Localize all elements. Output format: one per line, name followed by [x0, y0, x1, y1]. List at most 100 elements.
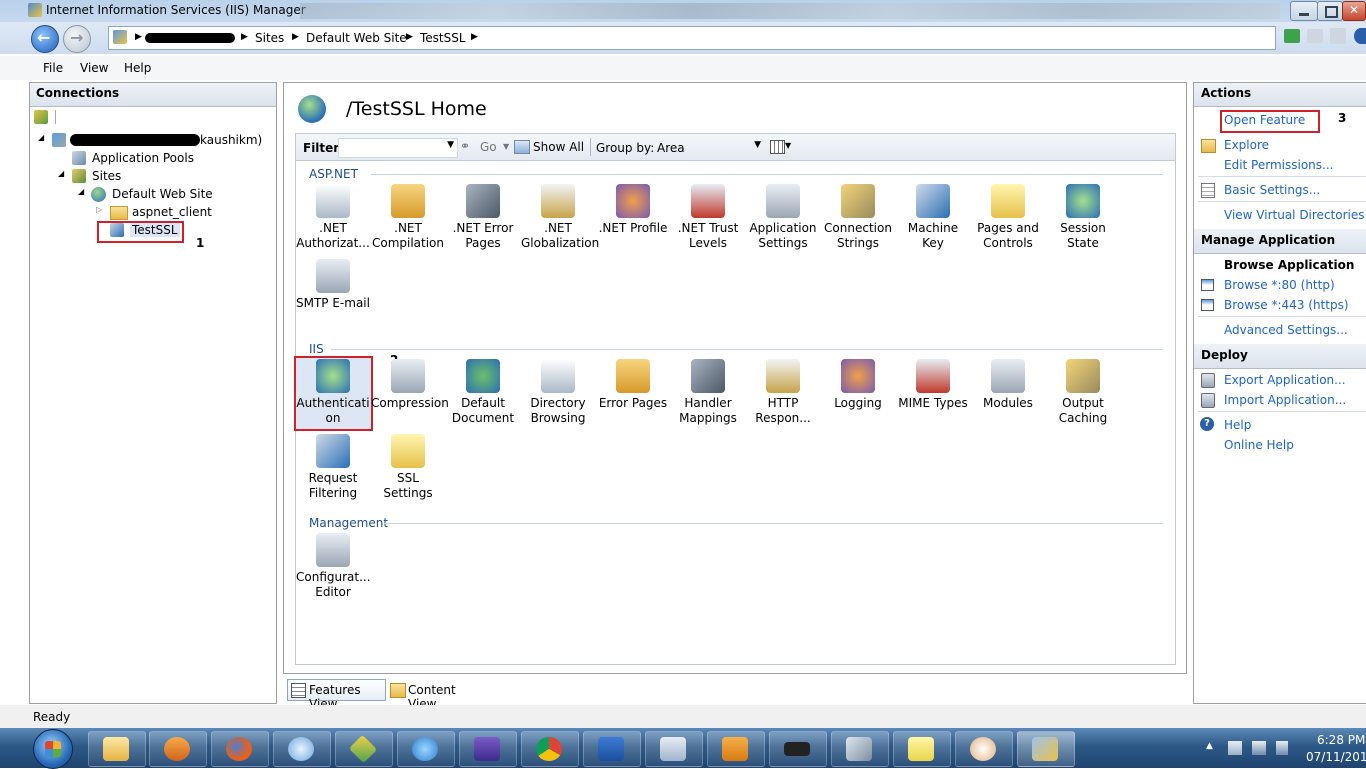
iis-feature-output-caching[interactable]: Output Caching — [1046, 359, 1120, 426]
grid-view-icon — [770, 140, 785, 154]
aspnet-feature-connection-strings[interactable]: Connection Strings — [821, 184, 895, 251]
taskbar-iis[interactable] — [1017, 731, 1075, 767]
iis-feature-compression[interactable]: Compression — [371, 359, 449, 411]
iis-feature-http-respon[interactable]: HTTP Respon... — [746, 359, 820, 426]
breadcrumb-sites[interactable]: Sites — [255, 31, 284, 45]
tree-server-node[interactable]: ◢ kaushikm) — [38, 133, 268, 149]
taskbar-firefox[interactable] — [211, 731, 269, 767]
action-divider — [1198, 411, 1366, 412]
aspnet-feature-pages-and-controls[interactable]: Pages and Controls — [971, 184, 1045, 251]
aspnet-feature-net-authorizat[interactable]: .NET Authorizat... — [296, 184, 370, 251]
taskbar-paint[interactable] — [955, 731, 1013, 767]
aspnet-feature-net-compilation[interactable]: .NET Compilation — [371, 184, 445, 251]
browse-443-link[interactable]: Browse *:443 (https) — [1224, 298, 1349, 312]
online-help-link[interactable]: Online Help — [1224, 438, 1294, 452]
breadcrumb-testssl[interactable]: TestSSL — [420, 31, 466, 45]
aspnet-feature-net-trust-levels[interactable]: .NET Trust Levels — [671, 184, 745, 251]
back-button[interactable]: ← — [31, 25, 59, 53]
forward-button[interactable]: → — [63, 25, 91, 53]
manage-application-header[interactable]: Manage Application — [1194, 229, 1366, 254]
edit-permissions-link[interactable]: Edit Permissions... — [1224, 158, 1333, 172]
feature-label: Pages and — [977, 221, 1039, 235]
help-link[interactable]: Help — [1224, 418, 1251, 432]
taskbar-app-diamond[interactable] — [335, 731, 393, 767]
browse-80-link[interactable]: Browse *:80 (http) — [1224, 278, 1335, 292]
iis-feature-ssl-settings[interactable]: SSL Settings — [371, 434, 445, 501]
iis-feature-modules[interactable]: Modules — [971, 359, 1045, 411]
iis-feature-request-filtering[interactable]: Request Filtering — [296, 434, 370, 501]
stop-icon[interactable] — [1307, 29, 1323, 43]
taskbar-ie[interactable] — [397, 731, 455, 767]
close-button[interactable]: ✕ — [1342, 1, 1366, 21]
feature-label: Authenticati — [296, 396, 370, 410]
iis-feature-authenticati-on[interactable]: Authenticati on — [296, 359, 370, 426]
iis-feature-error-pages[interactable]: Error Pages — [596, 359, 670, 411]
aspnet-feature-net-profile[interactable]: .NET Profile — [596, 184, 670, 236]
open-feature-link[interactable]: Open Feature — [1224, 113, 1305, 127]
directory-browsing-icon — [541, 359, 575, 393]
breadcrumb[interactable]: ▶ ▶ Sites ▶ Default Web Site ▶ TestSSL ▶ — [108, 26, 1276, 50]
show-all-button[interactable]: Show All — [514, 139, 594, 156]
basic-settings-link[interactable]: Basic Settings... — [1224, 183, 1320, 197]
content-view-tab[interactable]: Content View — [388, 680, 484, 711]
taskbar-vs[interactable] — [459, 731, 517, 767]
aspnet-feature-net-error-pages[interactable]: .NET Error Pages — [446, 184, 520, 251]
clock-date[interactable]: 07/11/2013 — [1306, 750, 1366, 764]
minimize-button[interactable] — [1290, 1, 1318, 21]
taskbar-safari[interactable] — [273, 731, 331, 767]
show-hidden-icons[interactable]: ▲ — [1206, 741, 1213, 751]
iis-feature-handler-mappings[interactable]: Handler Mappings — [671, 359, 745, 426]
filter-input[interactable]: ▼ — [338, 138, 458, 158]
iis-feature-directory-browsing[interactable]: Directory Browsing — [521, 359, 595, 426]
network-icon[interactable] — [1252, 741, 1266, 755]
action-divider — [1198, 176, 1366, 177]
refresh-icon[interactable] — [1284, 29, 1300, 43]
connect-icon[interactable] — [34, 110, 48, 124]
taskbar-outlook[interactable] — [707, 731, 765, 767]
chevron-down-icon[interactable]: ▼ — [503, 142, 509, 151]
media-player-icon — [164, 737, 190, 761]
deploy-header[interactable]: Deploy — [1194, 344, 1366, 369]
taskbar-chrome[interactable] — [521, 731, 579, 767]
taskbar-media-player[interactable] — [149, 731, 207, 767]
advanced-settings-link[interactable]: Advanced Settings... — [1224, 323, 1348, 337]
clock-time[interactable]: 6:28 PM — [1317, 733, 1365, 747]
iis-feature-mime-types[interactable]: MIME Types — [896, 359, 970, 411]
group-iis: IIS — [309, 342, 324, 356]
aspnet-feature-smtp-e-mail[interactable]: SMTP E-mail — [296, 259, 370, 311]
export-application-link[interactable]: Export Application... — [1224, 373, 1346, 387]
features-view-tab[interactable]: Features View — [287, 679, 386, 711]
breadcrumb-default-web-site[interactable]: Default Web Site — [306, 31, 407, 45]
menu-view[interactable]: View — [80, 61, 108, 75]
menu-file[interactable]: File — [43, 61, 63, 75]
mgmt-feature-configurat-editor[interactable]: Configurat... Editor — [296, 533, 371, 600]
menu-help[interactable]: Help — [124, 61, 151, 75]
taskbar-virtualbox[interactable] — [831, 731, 889, 767]
maximize-button[interactable] — [1317, 1, 1343, 21]
taskbar-app-keyboard[interactable] — [769, 731, 827, 767]
iis-feature-default-document[interactable]: Default Document — [446, 359, 520, 426]
aspnet-feature-application-settings[interactable]: Application Settings — [746, 184, 820, 251]
taskbar-sticky[interactable] — [893, 731, 951, 767]
aspnet-feature-net-globalization[interactable]: .NET Globalization — [521, 184, 599, 251]
iis-feature-logging[interactable]: Logging — [821, 359, 895, 411]
view-mode-button[interactable]: ▼ — [770, 139, 794, 155]
import-application-link[interactable]: Import Application... — [1224, 393, 1346, 407]
volume-icon[interactable] — [1276, 741, 1288, 755]
home-icon[interactable] — [1330, 28, 1346, 44]
session-state-icon — [1066, 184, 1100, 218]
aspnet-feature-machine-key[interactable]: Machine Key — [896, 184, 970, 251]
go-button[interactable]: ⚭ Go — [460, 139, 505, 156]
groupby-select[interactable]: Area ▼ — [652, 138, 764, 156]
explore-link[interactable]: Explore — [1224, 138, 1269, 152]
taskbar-word[interactable] — [583, 731, 641, 767]
view-virtual-directories-link[interactable]: View Virtual Directories — [1224, 208, 1365, 222]
back-arrow-icon: ← — [37, 28, 51, 47]
start-button[interactable] — [33, 729, 73, 769]
aspnet-feature-session-state[interactable]: Session State — [1046, 184, 1120, 251]
action-center-icon[interactable] — [1228, 741, 1242, 755]
help-icon[interactable] — [1354, 28, 1366, 44]
taskbar-notes[interactable] — [645, 731, 703, 767]
taskbar-explorer[interactable] — [88, 731, 146, 767]
sticky-note-icon — [908, 737, 934, 761]
